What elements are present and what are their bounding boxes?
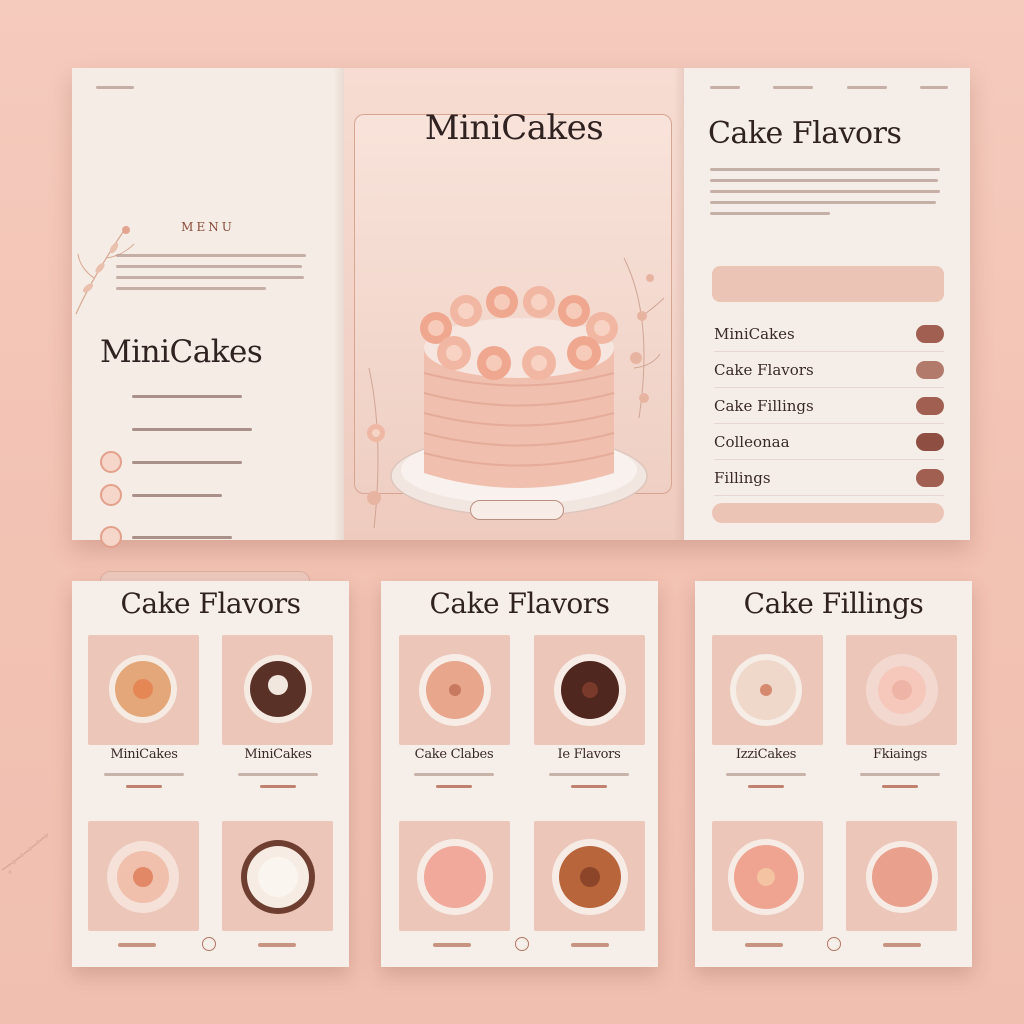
item-name: Fkiaings — [873, 747, 927, 762]
right-panel-footer-bar — [712, 503, 944, 523]
flower-cake-icon — [107, 841, 179, 913]
item-name: Ie Flavors — [557, 747, 621, 762]
menu-tile[interactable] — [222, 635, 333, 745]
list-item — [100, 525, 318, 549]
left-panel-header-text — [96, 86, 134, 97]
item-name: Cake Clabes — [414, 747, 494, 762]
menu-tile[interactable] — [88, 821, 199, 931]
menu-label: MENU — [181, 220, 235, 234]
list-item-label: Cake Flavors — [714, 360, 814, 379]
menu-card-2: Cake Flavors Cake Clabes Ie Flavors — [381, 581, 658, 967]
menu-tile[interactable] — [712, 635, 823, 745]
price-pill — [916, 432, 944, 451]
list-item — [100, 483, 318, 507]
cream-tart-icon — [241, 840, 315, 914]
menu-tile[interactable] — [399, 821, 510, 931]
list-item[interactable]: MiniCakes — [714, 316, 944, 352]
list-item-label: Colleonaa — [714, 432, 790, 451]
price-pill — [916, 360, 944, 379]
leaf-icon — [827, 937, 841, 951]
menu-tile[interactable] — [534, 635, 645, 745]
menu-item-list — [100, 384, 318, 558]
list-item-label: Fillings — [714, 468, 771, 487]
list-item — [100, 417, 318, 441]
card-title: Cake Flavors — [120, 587, 301, 620]
brand-title: MiniCakes — [100, 334, 263, 370]
price-pill — [916, 396, 944, 415]
caramel-cake-icon — [552, 839, 628, 915]
list-item[interactable]: Cake Fillings — [714, 388, 944, 424]
rosette-icon — [100, 484, 122, 506]
menu-tile[interactable] — [712, 821, 823, 931]
trifold-menu-brochure: MENU MiniCakes MiniCakes Cake Flavors Mi… — [72, 68, 970, 591]
list-item-label: MiniCakes — [714, 324, 795, 343]
flavors-list: MiniCakes Cake Flavors Cake Fillings Col… — [714, 316, 944, 496]
flavors-highlight-bar — [712, 266, 944, 302]
list-item[interactable]: Colleonaa — [714, 424, 944, 460]
confetti-cake-icon — [730, 654, 802, 726]
flavors-paragraph — [710, 168, 950, 223]
pink-frosted-cake-icon — [728, 839, 804, 915]
list-item[interactable]: Cake Flavors — [714, 352, 944, 388]
list-item — [100, 384, 318, 408]
menu-tile[interactable] — [399, 635, 510, 745]
rosette-icon — [100, 451, 122, 473]
rose-cream-icon — [866, 654, 938, 726]
item-name: IzziCakes — [735, 747, 797, 762]
brochure-right-panel: Cake Flavors MiniCakes Cake Flavors Cake… — [684, 68, 970, 540]
flavors-title: Cake Flavors — [708, 116, 902, 151]
chocolate-cake-icon — [554, 654, 626, 726]
pink-cake-icon — [417, 839, 493, 915]
list-item-label: Cake Fillings — [714, 396, 814, 415]
price-pill — [916, 468, 944, 487]
leaf-icon — [515, 937, 529, 951]
cover-button[interactable] — [470, 500, 564, 520]
menu-tile[interactable] — [846, 821, 957, 931]
floral-sprig-decoration — [1, 833, 49, 874]
price-pill — [916, 324, 944, 343]
menu-tile[interactable] — [846, 635, 957, 745]
menu-tile[interactable] — [222, 821, 333, 931]
chocolate-cake-icon — [244, 655, 312, 723]
rosette-icon — [100, 526, 122, 548]
item-name: MiniCakes — [244, 747, 312, 762]
peach-cake-icon — [866, 841, 938, 913]
menu-card-1: Cake Flavors MiniCakes MiniCakes — [72, 581, 349, 967]
leaf-icon — [202, 937, 216, 951]
cover-title: MiniCakes — [424, 108, 604, 148]
list-item[interactable]: Fillings — [714, 460, 944, 496]
right-panel-header — [710, 86, 948, 97]
card-title: Cake Fillings — [743, 587, 924, 620]
menu-tile[interactable] — [534, 821, 645, 931]
brochure-left-panel: MENU MiniCakes — [72, 68, 344, 591]
item-name: MiniCakes — [110, 747, 178, 762]
intro-paragraph — [116, 254, 312, 298]
list-item — [100, 450, 318, 474]
menu-tile[interactable] — [88, 635, 199, 745]
cake-top-orange-icon — [109, 655, 177, 723]
brochure-cover-panel: MiniCakes — [344, 68, 684, 540]
sprinkle-cake-icon — [419, 654, 491, 726]
menu-card-3: Cake Fillings IzziCakes Fkiaings — [695, 581, 972, 967]
card-title: Cake Flavors — [429, 587, 610, 620]
